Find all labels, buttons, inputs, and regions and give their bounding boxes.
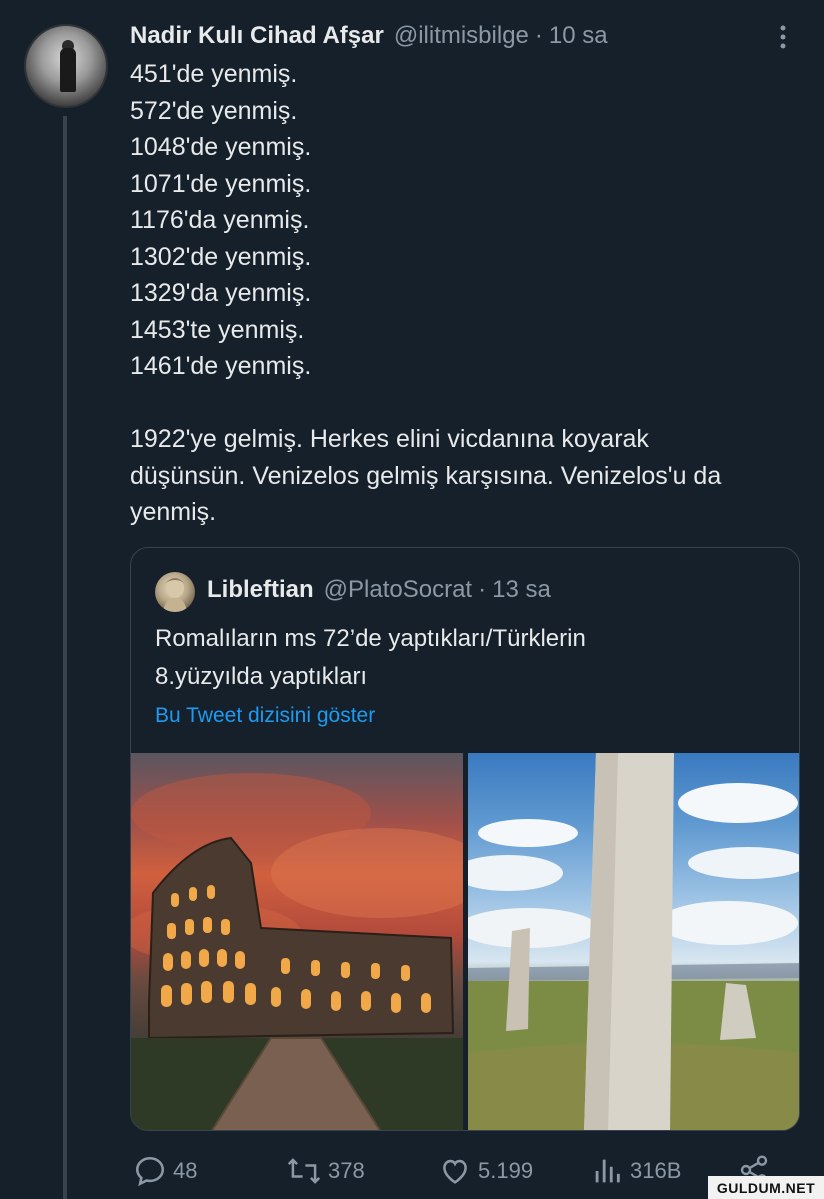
tweet-text: 451'de yenmiş. 572'de yenmiş. 1048'de ye… xyxy=(130,56,790,531)
author-avatar[interactable] xyxy=(24,24,108,108)
show-thread-link[interactable]: Bu Tweet dizisini göster xyxy=(155,704,375,728)
views-button[interactable]: 316B xyxy=(590,1154,681,1188)
bust-icon xyxy=(163,578,187,612)
tweet-line: 1453'te yenmiş. xyxy=(130,315,305,344)
quote-line: 8.yüzyılda yaptıkları xyxy=(155,663,368,690)
reply-icon xyxy=(135,1156,165,1187)
tweet-line: yenmiş. xyxy=(130,498,217,526)
like-count: 5.199 xyxy=(478,1158,534,1183)
tweet-line: 1329'da yenmiş. xyxy=(130,279,312,307)
views-count: 316B xyxy=(630,1158,682,1183)
quoted-tweet[interactable]: Libleftian @PlatoSocrat · 13 sa Romalıla… xyxy=(130,547,800,1131)
tweet-line: 572'de yenmiş. xyxy=(130,96,298,125)
tweet-line: 1071'de yenmiş. xyxy=(130,169,312,198)
quote-text: Romalıların ms 72’de yaptıkları/Türkleri… xyxy=(155,620,775,696)
reply-count: 48 xyxy=(173,1158,198,1183)
author-handle[interactable]: @ilitmisbilge xyxy=(394,22,529,50)
more-icon[interactable] xyxy=(776,24,790,50)
quote-media xyxy=(131,753,799,1130)
quote-author-handle[interactable]: @PlatoSocrat xyxy=(324,576,472,604)
like-icon xyxy=(443,1159,467,1184)
quote-header: Libleftian @PlatoSocrat · 13 sa xyxy=(207,576,551,604)
tweet-line: düşünsün. Venizelos gelmiş karşısına. Ve… xyxy=(130,461,722,490)
tweet-line: 1461'de yenmiş. xyxy=(130,352,312,380)
reply-button[interactable]: 48 xyxy=(133,1154,197,1188)
tweet-line: 451'de yenmiş. xyxy=(130,60,298,88)
quote-line: Romalıların ms 72’de yaptıkları/Türkleri… xyxy=(155,625,586,652)
quote-time[interactable]: 13 sa xyxy=(492,576,551,604)
tweet-line: 1048'de yenmiş. xyxy=(130,133,312,161)
author-name[interactable]: Nadir Kulı Cihad Afşar xyxy=(130,22,384,50)
tweet-line: 1176'da yenmiş. xyxy=(130,206,310,234)
thread-line xyxy=(63,116,67,1199)
tweet-line: 1922'ye gelmiş. Herkes elini vicdanına k… xyxy=(130,425,649,453)
retweet-icon xyxy=(287,1158,321,1184)
stone-pillars-image[interactable] xyxy=(468,753,799,1130)
tweet-header: Nadir Kulı Cihad Afşar @ilitmisbilge · 1… xyxy=(130,22,608,50)
tweet-time[interactable]: 10 sa xyxy=(549,22,608,50)
action-bar: 48 378 5.199 316B xyxy=(0,1154,824,1194)
views-icon xyxy=(595,1159,620,1183)
retweet-count: 378 xyxy=(328,1158,365,1183)
quote-author-avatar[interactable] xyxy=(155,572,195,612)
separator-dot: · xyxy=(534,22,543,49)
colosseum-illustration xyxy=(131,773,463,1130)
like-button[interactable]: 5.199 xyxy=(438,1154,533,1188)
colosseum-image[interactable] xyxy=(131,753,463,1130)
quote-author-name[interactable]: Libleftian xyxy=(207,576,314,604)
retweet-button[interactable]: 378 xyxy=(286,1154,365,1188)
tweet-line: 1302'de yenmiş. xyxy=(130,242,312,271)
tweet-line xyxy=(130,385,790,422)
watermark: GULDUM.NET xyxy=(708,1176,824,1199)
pillars-illustration xyxy=(468,753,799,1130)
separator-dot: · xyxy=(478,576,487,603)
